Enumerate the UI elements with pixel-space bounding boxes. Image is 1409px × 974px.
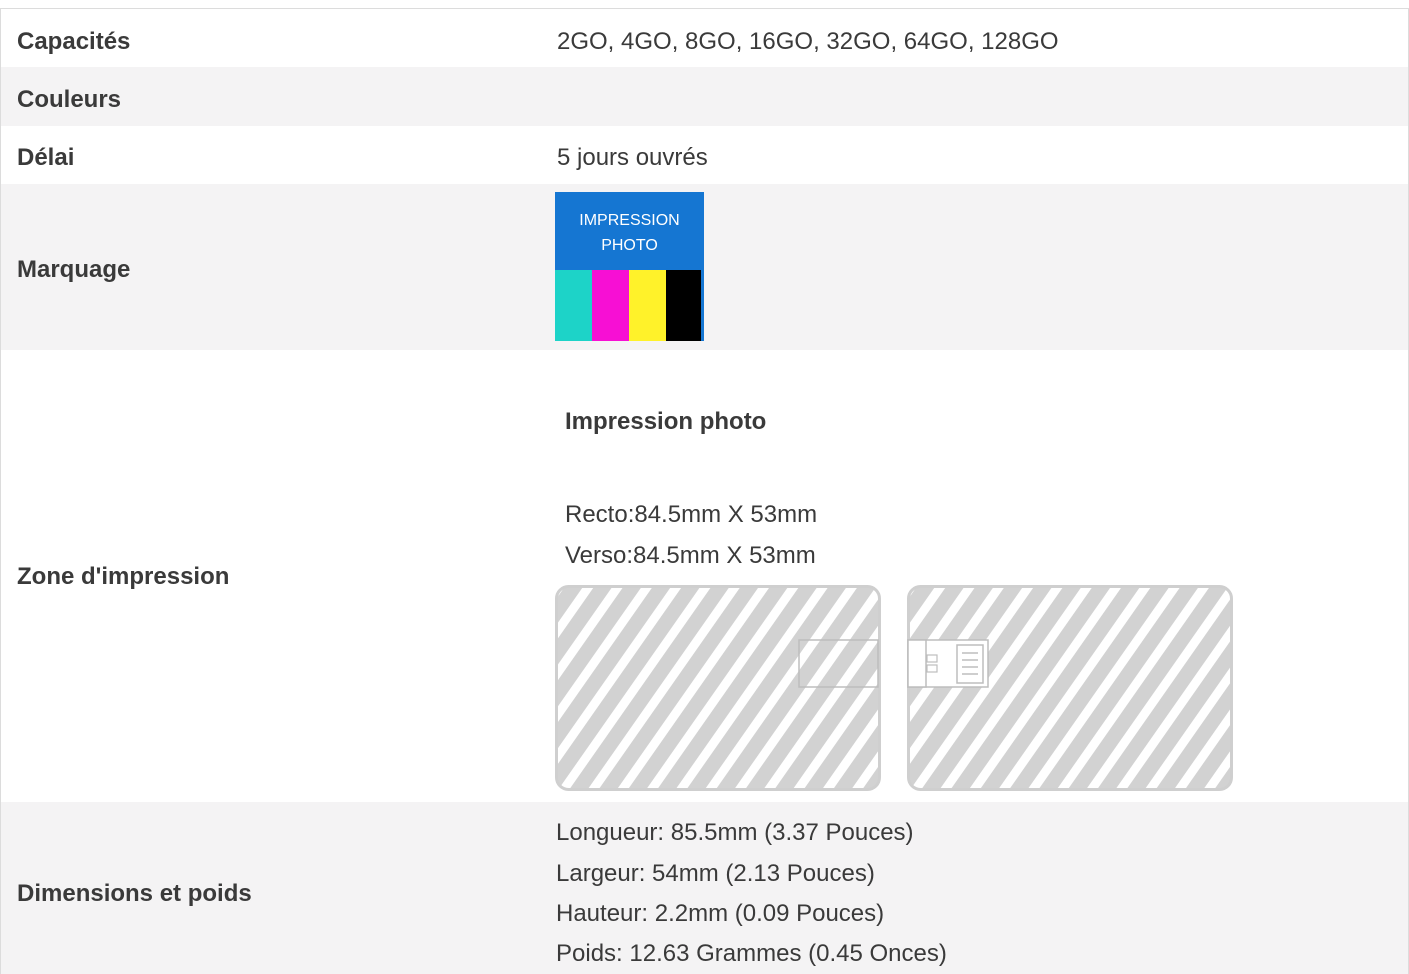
usb-connector-icon bbox=[907, 639, 989, 688]
impression-photo-badge: IMPRESSION PHOTO bbox=[555, 192, 704, 341]
cmyk-yellow-strip bbox=[629, 270, 666, 341]
cmyk-magenta-strip bbox=[592, 270, 629, 341]
label-couleurs: Couleurs bbox=[17, 86, 122, 113]
value-capacites: 2GO, 4GO, 8GO, 16GO, 32GO, 64GO, 128GO bbox=[557, 28, 1059, 55]
badge-line-1: IMPRESSION bbox=[579, 212, 680, 229]
row-delai: Délai 5 jours ouvrés bbox=[0, 126, 1409, 184]
label-dimensions: Dimensions et poids bbox=[17, 880, 252, 907]
cmyk-cyan-strip bbox=[555, 270, 592, 341]
label-zone-impression: Zone d'impression bbox=[17, 563, 230, 590]
zone-title: Impression photo bbox=[565, 408, 767, 435]
card-front-diagram bbox=[555, 585, 881, 791]
zone-recto: Recto:84.5mm X 53mm bbox=[565, 501, 818, 528]
cmyk-black-strip bbox=[666, 270, 701, 341]
card-back-diagram bbox=[907, 585, 1233, 791]
row-couleurs: Couleurs bbox=[0, 67, 1409, 126]
row-marquage: Marquage bbox=[0, 184, 1409, 350]
label-delai: Délai bbox=[17, 144, 75, 171]
badge-text: IMPRESSION PHOTO bbox=[555, 208, 704, 258]
label-marquage: Marquage bbox=[17, 256, 131, 283]
dimension-longueur: Longueur: 85.5mm (3.37 Pouces) bbox=[556, 819, 914, 846]
value-delai: 5 jours ouvrés bbox=[557, 144, 708, 171]
dimension-largeur: Largeur: 54mm (2.13 Pouces) bbox=[556, 860, 875, 887]
badge-line-2: PHOTO bbox=[601, 237, 658, 254]
dimension-hauteur: Hauteur: 2.2mm (0.09 Pouces) bbox=[556, 900, 885, 927]
zone-verso: Verso:84.5mm X 53mm bbox=[565, 542, 816, 569]
row-capacites: Capacités 2GO, 4GO, 8GO, 16GO, 32GO, 64G… bbox=[0, 8, 1409, 67]
label-capacites: Capacités bbox=[17, 28, 131, 55]
dimension-poids: Poids: 12.63 Grammes (0.45 Onces) bbox=[556, 940, 947, 967]
